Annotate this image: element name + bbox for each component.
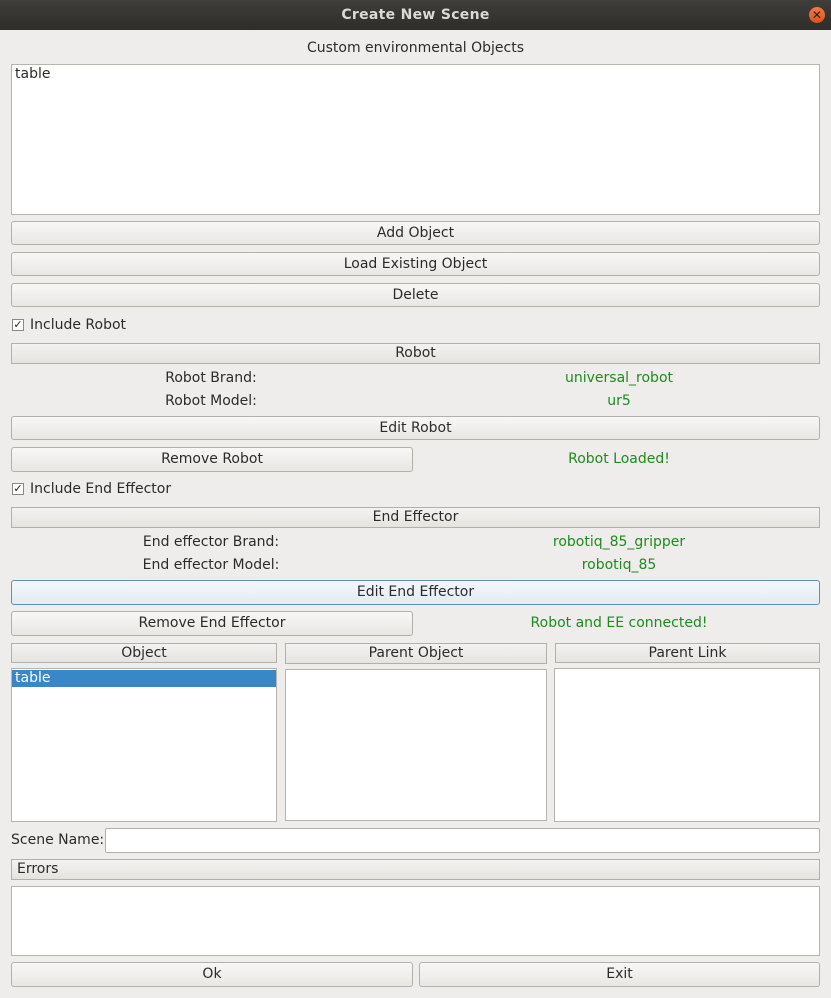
parent-link-list[interactable] — [554, 668, 820, 822]
include-end-effector-row[interactable]: ✓ Include End Effector — [12, 481, 171, 497]
close-icon[interactable]: ✕ — [809, 7, 825, 23]
end-effector-model-label: End effector Model: — [142, 557, 280, 573]
include-end-effector-label: Include End Effector — [30, 481, 172, 497]
end-effector-status: Robot and EE connected! — [530, 615, 708, 631]
errors-header: Errors — [11, 859, 820, 880]
include-end-effector-checkbox[interactable]: ✓ — [12, 483, 24, 495]
end-effector-model-value: robotiq_85 — [581, 557, 657, 573]
robot-header: Robot — [11, 343, 820, 364]
edit-end-effector-button[interactable]: Edit End Effector — [11, 580, 820, 605]
title-bar: Create New Scene ✕ — [0, 0, 831, 30]
edit-robot-button[interactable]: Edit Robot — [11, 416, 820, 440]
list-item[interactable]: table — [12, 65, 819, 83]
include-robot-row[interactable]: ✓ Include Robot — [12, 317, 126, 333]
robot-model-label: Robot Model: — [165, 393, 257, 409]
end-effector-brand-label: End effector Brand: — [142, 534, 280, 550]
object-column-header: Object — [11, 643, 277, 663]
add-object-button[interactable]: Add Object — [11, 221, 820, 245]
objects-list[interactable]: table — [11, 64, 820, 215]
include-robot-checkbox[interactable]: ✓ — [12, 319, 24, 331]
scene-name-input[interactable] — [105, 828, 820, 853]
objects-section-label: Custom environmental Objects — [306, 40, 525, 56]
end-effector-header: End Effector — [11, 507, 820, 528]
window-title: Create New Scene — [341, 7, 490, 23]
load-existing-object-button[interactable]: Load Existing Object — [11, 252, 820, 276]
errors-box — [11, 886, 820, 956]
robot-brand-label: Robot Brand: — [165, 370, 257, 386]
robot-model-value: ur5 — [607, 393, 631, 409]
object-list[interactable]: table — [11, 668, 277, 822]
include-robot-label: Include Robot — [30, 317, 127, 333]
robot-status: Robot Loaded! — [568, 451, 670, 467]
parent-object-column-header: Parent Object — [285, 643, 547, 664]
list-item[interactable]: table — [12, 670, 276, 687]
remove-end-effector-button[interactable]: Remove End Effector — [11, 611, 413, 636]
delete-button[interactable]: Delete — [11, 283, 820, 307]
scene-name-label: Scene Name: — [11, 832, 105, 848]
remove-robot-button[interactable]: Remove Robot — [11, 447, 413, 472]
parent-object-list[interactable] — [285, 669, 547, 821]
exit-button[interactable]: Exit — [419, 962, 820, 987]
robot-brand-value: universal_robot — [564, 370, 673, 386]
end-effector-brand-value: robotiq_85_gripper — [552, 534, 686, 550]
ok-button[interactable]: Ok — [11, 962, 413, 987]
parent-link-column-header: Parent Link — [555, 643, 820, 663]
